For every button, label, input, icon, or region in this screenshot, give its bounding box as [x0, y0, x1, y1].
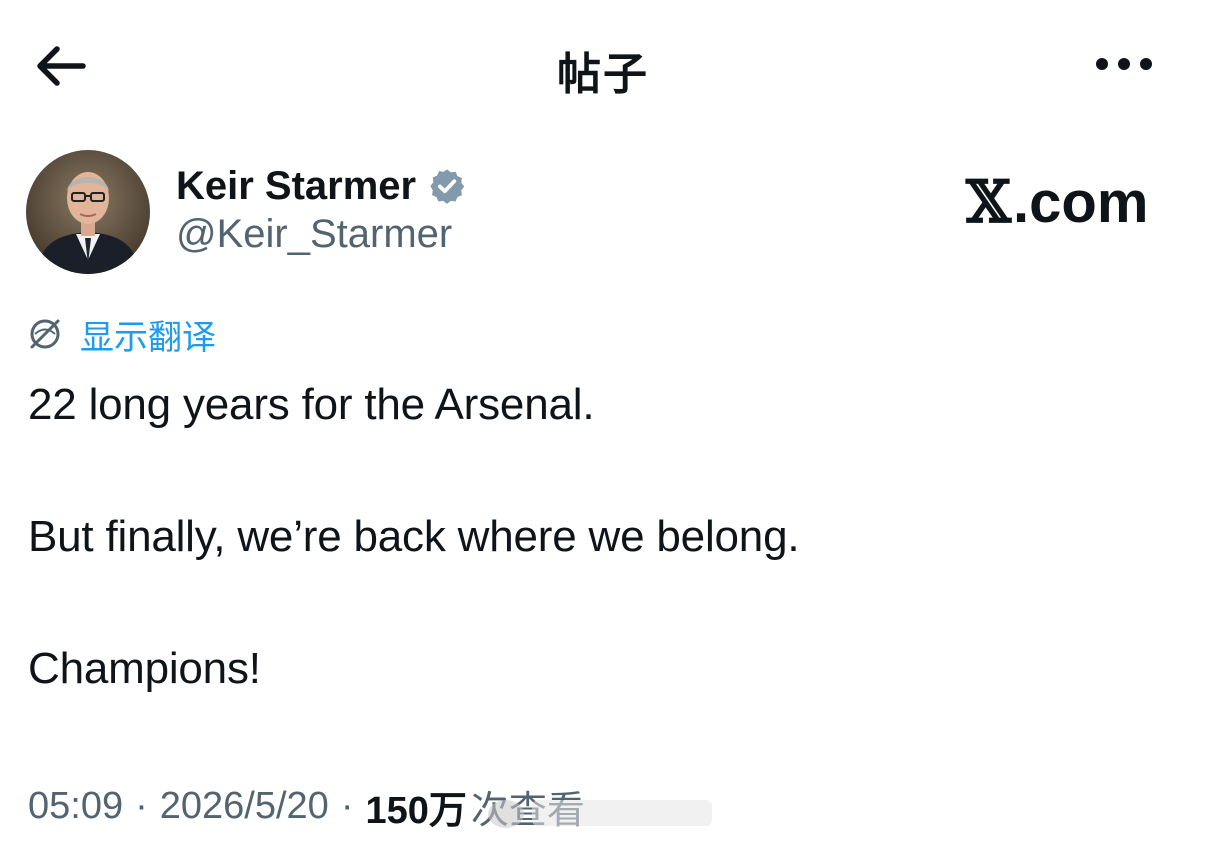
views-count[interactable]: 150万	[365, 779, 466, 834]
more-options-button[interactable]	[1086, 44, 1162, 84]
tweet-text: 22 long years for the Arsenal. But final…	[28, 372, 1178, 768]
post-time[interactable]: 05:09	[28, 785, 123, 828]
translate-globe-icon	[30, 319, 60, 349]
verified-badge-icon	[430, 169, 465, 204]
meta-separator: ·	[340, 784, 354, 827]
meta-separator: ·	[135, 784, 148, 827]
watermark-text: .com	[1013, 169, 1149, 235]
translate-label: 显示翻译	[80, 317, 216, 358]
tweet-paragraph: But finally, we’re back where we belong.	[28, 512, 800, 561]
avatar[interactable]	[26, 150, 150, 274]
author-name-row[interactable]: Keir Starmer	[176, 160, 466, 212]
tweet-paragraph: Champions!	[28, 644, 261, 693]
post-date[interactable]: 2026/5/20	[160, 785, 329, 828]
page-title: 帖子	[557, 49, 649, 100]
avatar-photo	[26, 150, 150, 274]
author-name: Keir Starmer	[176, 163, 417, 208]
weibo-watermark-mark	[488, 800, 712, 828]
more-horizontal-icon	[1096, 58, 1152, 70]
x-logo: 𝕏	[966, 168, 1012, 236]
x-com-watermark: 𝕏 .com	[966, 168, 1148, 236]
post-header: 帖子	[0, 0, 1206, 130]
author-handle[interactable]: @Keir_Starmer	[176, 212, 452, 257]
show-translation-link[interactable]: 显示翻译	[26, 312, 216, 358]
tweet-paragraph: 22 long years for the Arsenal.	[28, 380, 595, 429]
